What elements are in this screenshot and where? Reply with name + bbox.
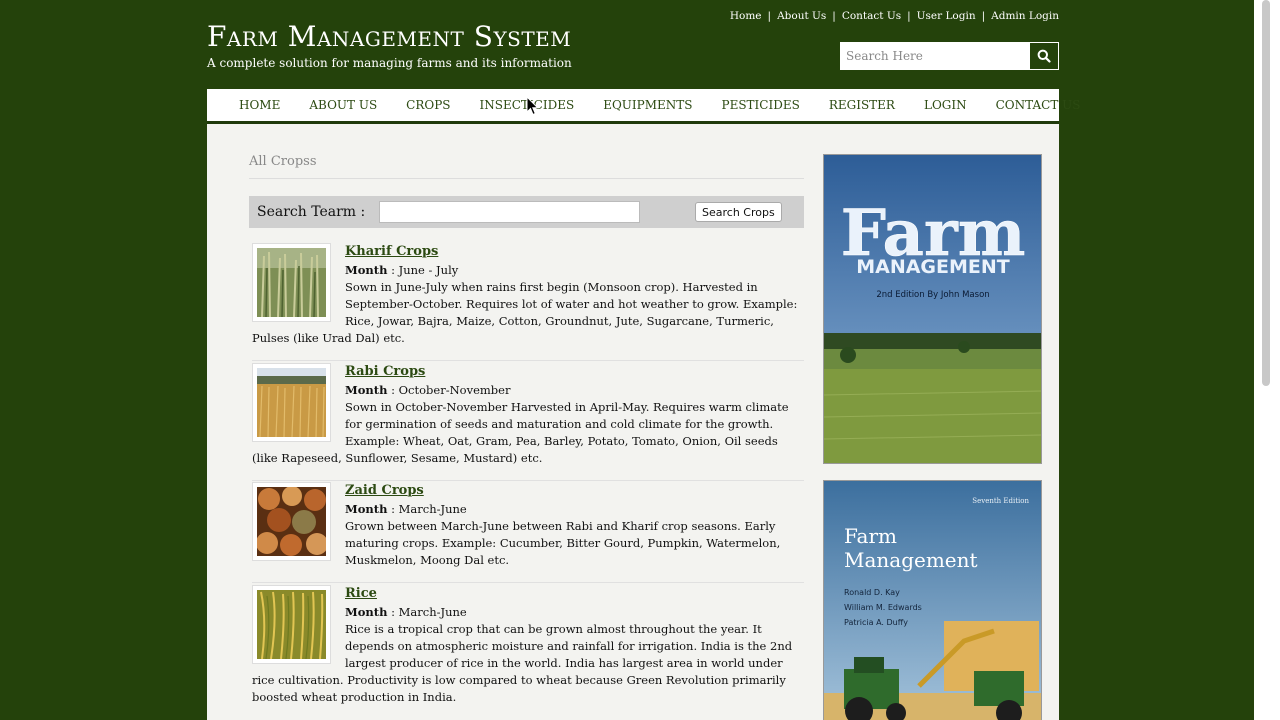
nav-about-us[interactable]: ABOUT US [309, 98, 377, 112]
scrollbar-thumb[interactable] [1262, 0, 1270, 386]
toplink-about[interactable]: About Us [771, 10, 832, 22]
site-tagline: A complete solution for managing farms a… [207, 56, 572, 70]
book1-edition: 2nd Edition By John Mason [876, 290, 989, 300]
divider [252, 360, 804, 361]
crop-image[interactable] [252, 585, 331, 664]
crop-image[interactable] [252, 482, 331, 561]
book2-author: Ronald D. Kay [844, 588, 900, 597]
divider [252, 480, 804, 481]
crop-description: Sown in June-July when rains first begin… [252, 280, 798, 345]
month-value: : March-June [391, 605, 467, 619]
crop-image[interactable] [252, 243, 331, 322]
month-label: Month [345, 605, 388, 619]
site-search-button[interactable] [1029, 43, 1058, 69]
book-cover-farm-management-mason[interactable]: Farm MANAGEMENT 2nd Edition By John Maso… [823, 154, 1042, 464]
book-cover-image: Farm MANAGEMENT 2nd Edition By John Maso… [824, 155, 1041, 463]
month-label: Month [345, 383, 388, 397]
pumpkins-image [257, 487, 326, 556]
toplink-admin-login[interactable]: Admin Login [985, 10, 1059, 22]
book2-author: Patricia A. Duffy [844, 618, 908, 627]
book-cover-image: Seventh Edition Farm Management Ronald D… [824, 481, 1041, 720]
search-icon [1037, 49, 1051, 63]
search-crops-button[interactable]: Search Crops [695, 202, 782, 222]
crop-title-link[interactable]: Kharif Crops [252, 243, 804, 261]
page-title: All Cropss [249, 154, 317, 169]
nav-login[interactable]: LOGIN [924, 98, 967, 112]
crop-month: Month : March-June [252, 603, 804, 621]
month-label: Month [345, 502, 388, 516]
crop-month: Month : October-November [252, 381, 804, 399]
mouse-cursor-icon [526, 96, 539, 116]
page-scrollbar[interactable] [1254, 0, 1280, 720]
nav-home[interactable]: HOME [239, 98, 280, 112]
site-search [840, 42, 1059, 70]
site-title[interactable]: Farm Management System [207, 20, 571, 53]
rice-plant-image [257, 590, 326, 659]
month-value: : October-November [391, 383, 511, 397]
crop-item: Zaid Crops Month : March-June Grown betw… [252, 482, 804, 569]
month-value: : March-June [391, 502, 467, 516]
toplink-user-login[interactable]: User Login [911, 10, 982, 22]
toplink-contact[interactable]: Contact Us [836, 10, 907, 22]
crop-search-label: Search Tearm : [257, 204, 366, 220]
crop-title-link[interactable]: Rabi Crops [252, 363, 804, 381]
crop-description: Sown in October-November Harvested in Ap… [252, 400, 789, 465]
book2-title-line2: Management [844, 548, 978, 572]
barley-field-image [257, 368, 326, 437]
month-value: : June - July [391, 263, 459, 277]
site-search-input[interactable] [841, 43, 1029, 69]
book1-subtitle: MANAGEMENT [856, 256, 1010, 278]
wheat-field-image [257, 248, 326, 317]
nav-equipments[interactable]: EQUIPMENTS [603, 98, 692, 112]
book2-author: William M. Edwards [844, 603, 922, 612]
crop-description: Rice is a tropical crop that can be grow… [252, 622, 793, 704]
book-cover-farm-management-kay[interactable]: Seventh Edition Farm Management Ronald D… [823, 480, 1042, 720]
top-links: Home | About Us | Contact Us | User Login | … [730, 10, 1059, 22]
crop-item: Rabi Crops Month : October-November Sown… [252, 363, 804, 467]
nav-contact-us[interactable]: CONTACT US [996, 98, 1081, 112]
crop-search-bar: Search Tearm : Search Crops [249, 196, 804, 228]
crop-month: Month : June - July [252, 261, 804, 279]
month-label: Month [345, 263, 388, 277]
nav-pesticides[interactable]: PESTICIDES [722, 98, 800, 112]
crop-description: Grown between March-June between Rabi an… [345, 519, 781, 567]
book2-edition: Seventh Edition [972, 497, 1029, 505]
nav-crops[interactable]: CROPS [406, 98, 450, 112]
crop-item: Rice Month : March-June Rice is a tropic… [252, 585, 804, 706]
nav-register[interactable]: REGISTER [829, 98, 895, 112]
crop-search-input[interactable] [379, 201, 640, 223]
crop-title-link[interactable]: Rice [252, 585, 804, 603]
toplink-home[interactable]: Home [724, 10, 768, 22]
book2-title-line1: Farm [844, 524, 897, 548]
main-nav: HOME ABOUT US CROPS INSECTICIDES EQUIPME… [207, 89, 1080, 124]
crop-item: Kharif Crops Month : June - July Sown in… [252, 243, 804, 347]
crop-title-link[interactable]: Zaid Crops [252, 482, 804, 500]
divider [252, 582, 804, 583]
divider [249, 178, 804, 179]
crop-month: Month : March-June [252, 500, 804, 518]
crop-image[interactable] [252, 363, 331, 442]
